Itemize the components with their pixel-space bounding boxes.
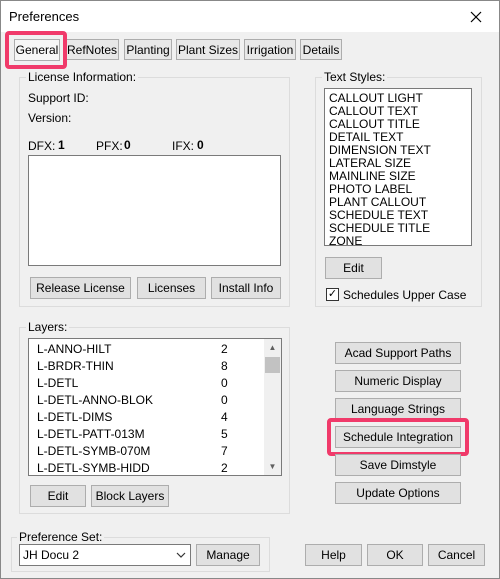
layer-row[interactable]: L-BRDR-THIN 8	[29, 359, 265, 375]
preference-set-value: JH Docu 2	[23, 548, 80, 562]
layer-count: 8	[221, 359, 228, 373]
language-strings-button[interactable]: Language Strings	[335, 398, 461, 420]
tab-irrigation[interactable]: Irrigation	[244, 39, 296, 60]
scroll-thumb[interactable]	[265, 357, 280, 373]
manage-label: Manage	[206, 548, 250, 562]
support-id-label: Support ID:	[28, 91, 89, 105]
text-style-edit-label: Edit	[343, 261, 364, 275]
manage-button[interactable]: Manage	[196, 544, 260, 566]
pfx-value: 0	[124, 138, 131, 152]
language-strings-label: Language Strings	[350, 402, 446, 416]
pfx-label: PFX:	[96, 139, 123, 153]
tab-details[interactable]: Details	[300, 39, 342, 60]
tab-refnotes-label: RefNotes	[66, 42, 118, 57]
acad-support-paths-label: Acad Support Paths	[344, 346, 452, 360]
tab-irrigation-label: Irrigation	[246, 42, 294, 57]
preference-set-label: Preference Set:	[17, 530, 105, 544]
cancel-button[interactable]: Cancel	[428, 544, 485, 566]
block-layers-label: Block Layers	[95, 489, 165, 503]
layer-name: L-DETL-SYMB-HIDD	[37, 461, 150, 475]
layer-name: L-DETL-DIMS	[37, 410, 113, 424]
layer-row[interactable]: L-DETL-PATT-013M 5	[29, 427, 265, 443]
version-label: Version:	[28, 111, 72, 125]
close-icon	[470, 11, 482, 22]
layer-count: 0	[221, 393, 228, 407]
acad-support-paths-button[interactable]: Acad Support Paths	[335, 342, 461, 364]
scroll-down-icon[interactable]: ▼	[264, 458, 281, 475]
tab-general[interactable]: General	[14, 39, 60, 61]
layer-row[interactable]: L-DETL-SYMB-HIDD 2	[29, 461, 265, 477]
ifx-value: 0	[197, 138, 204, 152]
dfx-value: 1	[58, 138, 65, 152]
layer-row[interactable]: L-ANNO-HILT 2	[29, 342, 265, 358]
layer-count: 5	[221, 427, 228, 441]
layer-count: 2	[221, 461, 228, 475]
tab-refnotes[interactable]: RefNotes	[65, 39, 119, 60]
tab-plant-sizes[interactable]: Plant Sizes	[176, 39, 240, 60]
save-dimstyle-button[interactable]: Save Dimstyle	[335, 454, 461, 476]
ok-label: OK	[386, 548, 404, 562]
tab-details-label: Details	[302, 42, 340, 57]
licenses-button[interactable]: Licenses	[137, 277, 206, 299]
numeric-display-label: Numeric Display	[354, 374, 442, 388]
layer-name: L-DETL	[37, 376, 79, 390]
tab-general-label: General	[15, 43, 59, 57]
schedule-integration-label: Schedule Integration	[342, 430, 454, 444]
tab-planting[interactable]: Planting	[124, 39, 172, 60]
check-mark-icon: ✓	[327, 288, 338, 300]
schedules-upper-case-label: Schedules Upper Case	[343, 288, 467, 302]
preference-set-select[interactable]: JH Docu 2	[19, 544, 191, 566]
layer-count: 0	[221, 376, 228, 390]
chevron-down-icon	[176, 552, 186, 558]
layers-edit-button[interactable]: Edit	[30, 485, 86, 507]
release-license-label: Release License	[36, 281, 125, 295]
update-options-label: Update Options	[356, 486, 440, 500]
update-options-button[interactable]: Update Options	[335, 482, 461, 504]
ok-button[interactable]: OK	[367, 544, 423, 566]
block-layers-button[interactable]: Block Layers	[91, 485, 169, 507]
dfx-label: DFX:	[28, 139, 56, 153]
layers-scrollbar[interactable]: ▲ ▼	[264, 339, 281, 475]
text-style-edit-button[interactable]: Edit	[325, 257, 382, 279]
layer-row[interactable]: L-DETL-SYMB-070M 7	[29, 444, 265, 460]
schedules-upper-case-checkbox[interactable]: ✓	[326, 288, 339, 301]
save-dimstyle-label: Save Dimstyle	[359, 458, 437, 472]
license-group-label: License Information:	[26, 70, 139, 84]
layer-name: L-DETL-ANNO-BLOK	[37, 393, 154, 407]
layer-count: 4	[221, 410, 228, 424]
layer-name: L-ANNO-HILT	[37, 342, 112, 356]
layer-row[interactable]: L-DETL 0	[29, 376, 265, 392]
layers-group-label: Layers:	[26, 320, 70, 334]
help-button[interactable]: Help	[305, 544, 362, 566]
license-list[interactable]	[28, 155, 281, 266]
cancel-label: Cancel	[437, 548, 476, 562]
tab-plant-sizes-label: Plant Sizes	[177, 42, 239, 57]
layer-count: 2	[221, 342, 228, 356]
layer-name: L-DETL-SYMB-070M	[37, 444, 151, 458]
text-styles-list[interactable]: CALLOUT LIGHT CALLOUT TEXT CALLOUT TITLE DE…	[324, 88, 472, 248]
close-button[interactable]	[453, 1, 499, 32]
layers-edit-label: Edit	[47, 489, 69, 503]
layers-list[interactable]: ▲ ▼ L-ANNO-HILT 2 L-BRDR-THIN 8 L-DETL 0 L-DET…	[28, 338, 282, 476]
layer-count: 7	[221, 444, 228, 458]
help-label: Help	[321, 548, 346, 562]
numeric-display-button[interactable]: Numeric Display	[335, 370, 461, 392]
layer-row[interactable]: L-DETL-ANNO-BLOK 0	[29, 393, 265, 409]
ifx-label: IFX:	[172, 139, 195, 153]
licenses-label: Licenses	[147, 281, 196, 295]
text-styles-group-label: Text Styles:	[322, 70, 388, 84]
layer-name: L-DETL-PATT-013M	[37, 427, 145, 441]
title-bar: Preferences	[1, 1, 499, 32]
install-info-button[interactable]: Install Info	[211, 277, 281, 299]
text-style-item[interactable]: ZONE	[329, 235, 362, 248]
window-title: Preferences	[9, 9, 80, 24]
tab-planting-label: Planting	[126, 42, 170, 57]
layer-name: L-BRDR-THIN	[37, 359, 114, 373]
scroll-up-icon[interactable]: ▲	[264, 339, 281, 356]
layer-row[interactable]: L-DETL-DIMS 4	[29, 410, 265, 426]
install-info-label: Install Info	[218, 281, 274, 295]
schedule-integration-button[interactable]: Schedule Integration	[335, 426, 461, 448]
preferences-dialog: Preferences General RefNotes Planting Pl…	[0, 0, 500, 579]
release-license-button[interactable]: Release License	[30, 277, 131, 299]
